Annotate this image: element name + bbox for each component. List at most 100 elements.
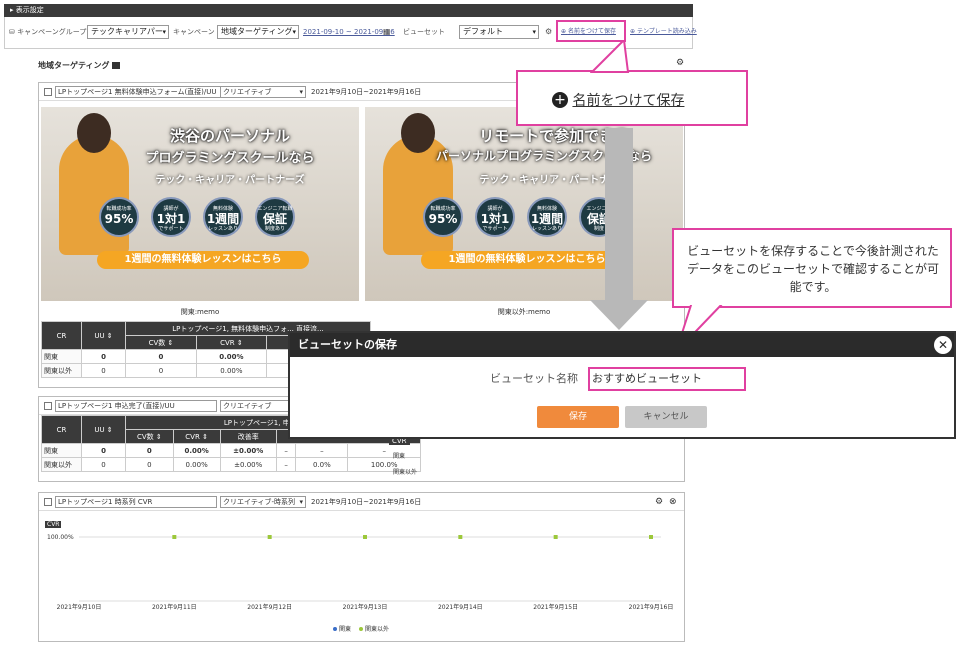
type-select[interactable]: クリエイティブ ▾ — [220, 86, 306, 98]
viewset-label: ビューセット — [403, 28, 445, 36]
creative-banner-2[interactable]: リモートで参加できる パーソナルプログラミングスクールなら テック・キャリア・パ… — [365, 107, 683, 301]
gear-icon[interactable]: ⚙ — [655, 493, 663, 511]
badge-bottom: レッスンあり — [531, 226, 562, 232]
type-value: クリエイティブ — [223, 88, 272, 96]
badge-big: 1対1 — [480, 212, 510, 226]
badge-big: 1週間 — [530, 212, 564, 226]
cell-improve: ±0.00% — [219, 443, 277, 458]
badge-3: 無料体験 1週間 レッスンあり — [203, 197, 243, 237]
col-cv[interactable]: CV数 ⇕ — [125, 335, 197, 350]
close-icon[interactable]: ✕ — [934, 336, 952, 354]
creative-banner-1[interactable]: 渋谷のパーソナル プログラミングスクールなら テック・キャリア・パートナーズ 転… — [41, 107, 359, 301]
gear-icon[interactable]: ⚙ — [676, 58, 684, 68]
cell-extra2: – — [295, 443, 349, 458]
banner-line1: 渋谷のパーソナル — [169, 127, 290, 145]
viewset-name-input[interactable]: おすすめビューセット — [588, 367, 746, 391]
col-uu[interactable]: UU ⇕ — [81, 415, 126, 444]
x-tick-label: 2021年9月13日 — [343, 603, 388, 611]
table-row: 関東 0 0 0.00% ±0.00% – – – — [41, 443, 421, 458]
panel-checkbox[interactable] — [44, 402, 52, 410]
cell-uu: 0 — [81, 363, 126, 378]
col-improve[interactable]: 改善率 — [219, 429, 277, 444]
data-point — [553, 535, 558, 539]
col-uu-text: UU — [94, 331, 105, 340]
x-tick-label: 2021年9月16日 — [629, 603, 674, 611]
campaign-group-value: テックキャリアパー — [91, 27, 163, 36]
campaign-group-label: ⛁ キャンペーングループ — [9, 28, 87, 36]
campaign-select[interactable]: 地域ターゲティング ▾ — [217, 25, 299, 39]
col-cr: CR — [41, 415, 82, 444]
col-cvr-text: CVR — [220, 338, 235, 347]
panel-header: LPトップページ1 時系列 CVR クリエイティブ-時系列 ▾ 2021年9月10… — [39, 493, 684, 511]
cell-extra: – — [275, 443, 297, 458]
banner-sub: テック・キャリア・パートナーズ — [479, 175, 629, 186]
section-title-text: 地域ターゲティング — [38, 61, 110, 70]
campaign-group-select[interactable]: テックキャリアパー ▾ — [87, 25, 169, 39]
panel-checkbox[interactable] — [44, 498, 52, 506]
callout-pointer — [590, 40, 630, 73]
cell-uu: 0 — [81, 349, 126, 364]
banner-line1: リモートで参加できる — [479, 127, 629, 145]
save-button[interactable]: 保存 — [537, 406, 619, 428]
badge-big: 1対1 — [156, 212, 186, 226]
col-cvr[interactable]: CVR ⇕ — [195, 335, 267, 350]
type-select[interactable]: クリエイティブ — [220, 400, 290, 412]
col-uu[interactable]: UU ⇕ — [81, 321, 126, 350]
cell-extra2: 0.0% — [295, 457, 349, 472]
cell-cv: 0 — [125, 457, 174, 472]
banner-cta: 1週間の無料体験レッスンはこちら — [97, 251, 309, 269]
date-range-link[interactable]: 2021-09-10 ~ 2021-09-16 — [303, 26, 395, 38]
campaign-value: 地域ターゲティング — [221, 27, 293, 36]
col-cvr[interactable]: CVR ⇕ — [172, 429, 221, 444]
save-named-link[interactable]: ⊕ 名前をつけて保存 — [561, 26, 616, 38]
metric-field[interactable]: LPトップページ1 時系列 CVR — [55, 496, 217, 508]
metric-field[interactable]: LPトップページ1 無料体験申込フォーム(直接)/UU — [55, 86, 235, 98]
cell-cv: 0 — [125, 443, 174, 458]
cell-cr: 関東以外 — [41, 457, 82, 472]
chevron-down-icon: ▾ — [299, 88, 303, 96]
plus-circle-icon: + — [552, 92, 568, 108]
load-template-link[interactable]: ⊕ テンプレート読み込み — [630, 26, 697, 38]
cell-cv: 0 — [125, 363, 197, 378]
metric-field[interactable]: LPトップページ1 申込完了(直接)/UU — [55, 400, 217, 412]
x-tick-label: 2021年9月15日 — [533, 603, 578, 611]
badge-bottom: レッスンあり — [207, 226, 238, 232]
banner-line2: パーソナルプログラミングスクールなら — [435, 149, 652, 163]
timeseries-chart: 100.00% 2021年9月10日 2021年9月11日 2021年9月12日 202… — [47, 534, 674, 633]
badge-bottom: 制度あり — [264, 226, 285, 232]
cell-cvr: 0.00% — [172, 443, 221, 458]
panel-checkbox[interactable] — [44, 88, 52, 96]
campaign-label: キャンペーン — [173, 28, 215, 36]
save-named-text: 名前をつけて保存 — [567, 28, 616, 35]
settings-header: ▸ 表示設定 — [4, 4, 693, 17]
modal-header: ビューセットの保存 — [290, 333, 954, 357]
section-title: 地域ターゲティング — [38, 60, 121, 71]
memo-icon[interactable] — [112, 62, 121, 69]
gear-icon[interactable]: ⚙ — [545, 26, 552, 38]
data-point — [649, 535, 653, 539]
viewset-name-label: ビューセット名称 — [490, 372, 578, 385]
badge-bottom: でサポート — [482, 226, 508, 232]
legend-marker — [359, 627, 363, 631]
load-template-text: テンプレート読み込み — [636, 28, 697, 35]
cell-cr: 関東以外 — [41, 363, 82, 378]
col-cv[interactable]: CV数 ⇕ — [125, 429, 174, 444]
cell-cvr: 0.00% — [172, 457, 221, 472]
cancel-button[interactable]: キャンセル — [625, 406, 707, 428]
chevron-down-icon: ▾ — [162, 28, 166, 36]
badge-bottom: 制度 — [593, 226, 604, 232]
badge-bottom: でサポート — [158, 226, 184, 232]
viewset-select[interactable]: デフォルト ▾ — [459, 25, 539, 39]
calendar-icon[interactable]: ▦ — [383, 26, 391, 38]
settings-title: 表示設定 — [15, 6, 44, 14]
cell-cv: 0 — [125, 349, 197, 364]
panel-date: 2021年9月10日~2021年9月16日 — [311, 498, 422, 506]
type-select[interactable]: クリエイティブ-時系列 ▾ — [220, 496, 306, 508]
badge-big: 95% — [104, 212, 134, 226]
close-icon[interactable]: ⊗ — [669, 493, 677, 511]
badge-1: 転職成功率 95% — [99, 197, 139, 237]
data-point — [363, 535, 367, 539]
save-named-callout-link[interactable]: + 名前をつけて保存 — [552, 90, 684, 110]
banner-line2: プログラミングスクールなら — [145, 151, 315, 166]
badge-1: 転職成功率 95% — [423, 197, 463, 237]
